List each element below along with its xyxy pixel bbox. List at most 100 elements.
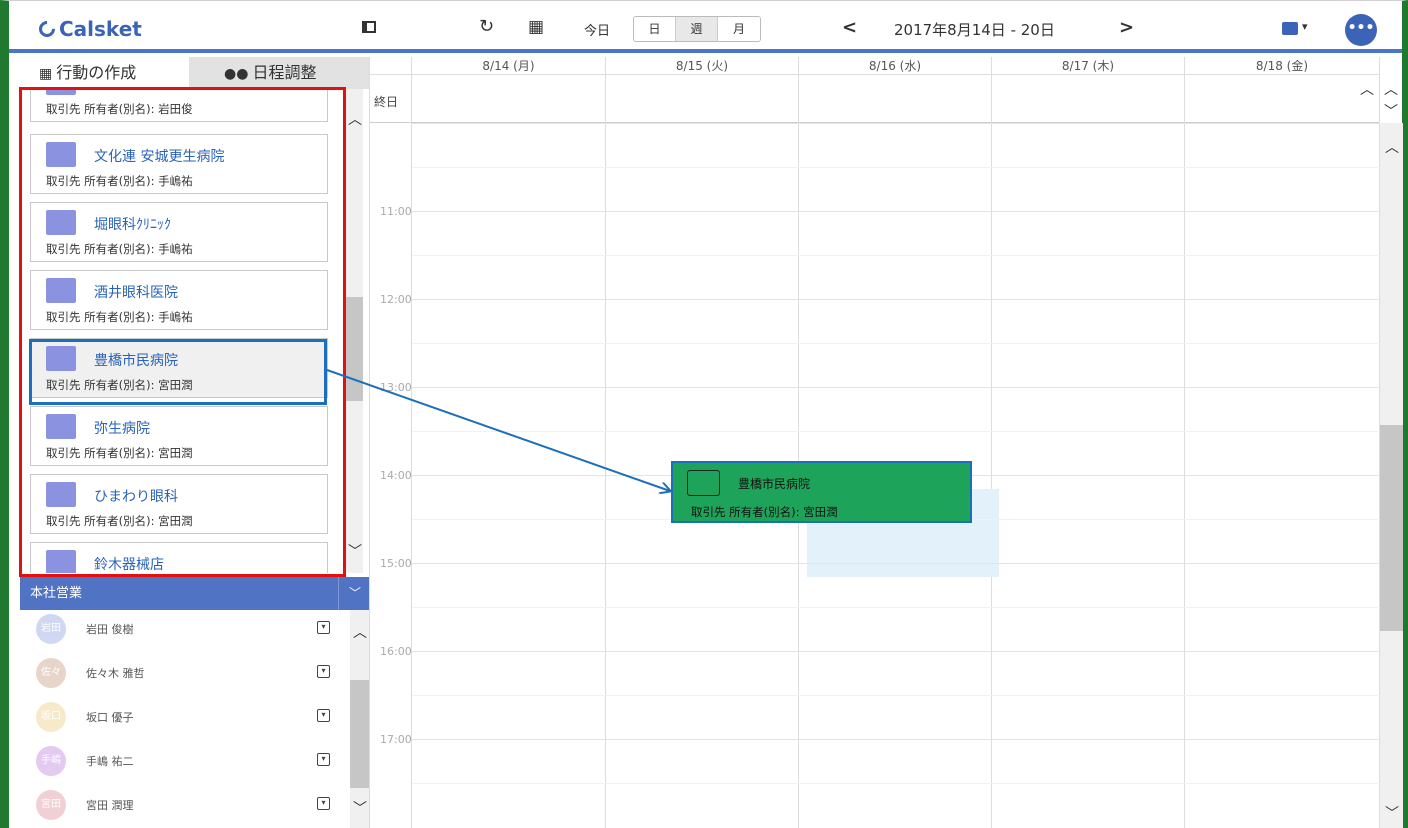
list-item-selected[interactable]: 豊橋市民病院 取引先 所有者(別名): 宮田潤 — [30, 338, 328, 398]
left-tabs: ▦ 行動の作成 ●● 日程調整 — [9, 57, 369, 89]
grid-line — [412, 651, 1380, 652]
avatar: 手嶋 — [36, 746, 66, 776]
next-button[interactable]: > — [1119, 17, 1134, 38]
calendar-scrollbar[interactable]: ︿ ﹀ — [1380, 123, 1403, 828]
item-name: 豊橋市民病院 — [94, 353, 178, 369]
member-row[interactable]: 岩田 岩田 俊樹 ▾ — [20, 610, 350, 654]
dropdown-icon[interactable]: ▾ — [317, 753, 330, 766]
chevron-down-icon[interactable]: ﹀ — [1384, 101, 1398, 121]
grid-line — [412, 695, 1380, 696]
time-column — [370, 75, 412, 828]
time-column-header — [370, 57, 412, 75]
color-swatch — [46, 482, 76, 507]
view-week-button[interactable]: 週 — [676, 17, 718, 41]
item-name: 堀眼科ｸﾘﾆｯｸ — [94, 217, 171, 233]
member-name: 手嶋 祐二 — [86, 755, 134, 768]
more-button[interactable]: ••• — [1345, 14, 1377, 46]
top-toolbar: Calsket ↻ ▦ 今日 日 週 月 < 2017年8月14日 - 20日 … — [9, 1, 1402, 53]
item-owner: 取引先 所有者(別名): 宮田潤 — [46, 446, 193, 460]
list-item[interactable]: 鈴木器械店 — [30, 542, 328, 573]
member-row[interactable]: 手嶋 手嶋 祐二 ▾ — [20, 742, 350, 786]
item-name: 酒井眼科医院 — [94, 285, 178, 301]
chevron-up-icon[interactable]: ︿ — [348, 109, 362, 129]
scroll-thumb[interactable] — [1380, 425, 1403, 631]
view-month-button[interactable]: 月 — [718, 17, 760, 41]
day-column[interactable] — [1185, 75, 1380, 828]
calendar-icon[interactable]: ▦ — [528, 15, 544, 39]
time-label: 12:00 — [380, 293, 412, 306]
event-checkbox[interactable] — [687, 470, 720, 496]
chevron-down-icon[interactable]: ﹀ — [353, 798, 367, 818]
time-label: 17:00 — [380, 733, 412, 746]
dropdown-icon[interactable]: ▾ — [317, 797, 330, 810]
item-owner: 取引先 所有者(別名): 手嶋祐 — [46, 310, 193, 324]
day-column[interactable] — [992, 75, 1185, 828]
event-title: 豊橋市民病院 — [738, 477, 811, 491]
chevron-up-icon[interactable]: ︿ — [1385, 137, 1399, 157]
day-header: 8/15 (火) — [606, 57, 799, 75]
member-name: 坂口 優子 — [86, 711, 134, 724]
chevron-down-icon[interactable]: ﹀ — [349, 577, 361, 610]
member-row[interactable]: 坂口 坂口 優子 ▾ — [20, 698, 350, 742]
day-header: 8/16 (水) — [799, 57, 992, 75]
grid-line — [412, 431, 1380, 432]
item-owner: 取引先 所有者(別名): 宮田潤 — [46, 378, 193, 392]
panel-toggle-icon[interactable] — [362, 21, 376, 33]
user-icon[interactable] — [1282, 22, 1298, 35]
item-owner: 取引先 所有者(別名): 手嶋祐 — [46, 242, 193, 256]
today-button[interactable]: 今日 — [584, 20, 610, 39]
item-name: 鈴木器械店 — [94, 557, 164, 573]
dropdown-icon[interactable]: ▾ — [317, 621, 330, 634]
list-item[interactable]: ひまわり眼科 取引先 所有者(別名): 宮田潤 — [30, 474, 328, 534]
event-owner: 取引先 所有者(別名): 宮田潤 — [691, 505, 838, 519]
avatar: 岩田 — [36, 614, 66, 644]
grid-line — [412, 211, 1380, 212]
day-column[interactable] — [799, 75, 992, 828]
caret-down-icon[interactable]: ▾ — [1302, 20, 1308, 33]
grid-line — [412, 607, 1380, 608]
item-name: ひまわり眼科 — [94, 489, 178, 505]
scroll-thumb[interactable] — [345, 297, 363, 401]
member-name: 佐々木 雅哲 — [86, 667, 145, 680]
list-item[interactable]: 酒井眼科医院 取引先 所有者(別名): 手嶋祐 — [30, 270, 328, 330]
grid-line — [412, 739, 1380, 740]
list-item[interactable]: 堀眼科ｸﾘﾆｯｸ 取引先 所有者(別名): 手嶋祐 — [30, 202, 328, 262]
day-column[interactable] — [606, 75, 799, 828]
day-column[interactable] — [412, 75, 606, 828]
prev-button[interactable]: < — [842, 17, 857, 38]
left-panel: ▦ 行動の作成 ●● 日程調整 取引先 所有者(別名): 岩田俊 文化連 安城更生病… — [9, 57, 369, 828]
list-item[interactable]: 弥生病院 取引先 所有者(別名): 宮田潤 — [30, 406, 328, 466]
tab-label: 行動の作成 — [56, 63, 137, 82]
calendar-event[interactable]: 豊橋市民病院 取引先 所有者(別名): 宮田潤 — [671, 461, 972, 523]
chevron-up-icon[interactable]: ︿ — [353, 622, 367, 642]
item-owner: 取引先 所有者(別名): 宮田潤 — [46, 514, 193, 528]
tab-create-activity[interactable]: ▦ 行動の作成 — [9, 57, 189, 89]
color-swatch — [46, 550, 76, 573]
grid-line — [412, 783, 1380, 784]
member-row[interactable]: 佐々 佐々木 雅哲 ▾ — [20, 654, 350, 698]
chevron-down-icon[interactable]: ﹀ — [1385, 803, 1399, 823]
view-day-button[interactable]: 日 — [634, 17, 676, 41]
member-name: 宮田 潤理 — [86, 799, 134, 812]
day-header: 8/17 (木) — [992, 57, 1185, 75]
refresh-icon[interactable]: ↻ — [479, 15, 494, 39]
chevron-down-icon[interactable]: ﹀ — [348, 541, 362, 561]
time-label: 13:00 — [380, 381, 412, 394]
grid-line — [412, 167, 1380, 168]
member-name: 岩田 俊樹 — [86, 623, 134, 636]
account-list: 取引先 所有者(別名): 岩田俊 文化連 安城更生病院 取引先 所有者(別名):… — [19, 89, 344, 573]
list-item[interactable]: 取引先 所有者(別名): 岩田俊 — [30, 89, 328, 122]
color-swatch — [46, 346, 76, 371]
dropdown-icon[interactable]: ▾ — [317, 665, 330, 678]
account-list-scrollbar[interactable]: ︿ ﹀ — [345, 89, 363, 573]
scroll-thumb[interactable] — [350, 680, 369, 788]
chevron-up-icon[interactable]: ︿ — [1384, 79, 1398, 99]
grid-line — [412, 255, 1380, 256]
member-list-scrollbar[interactable]: ︿ ﹀ — [350, 610, 369, 828]
dropdown-icon[interactable]: ▾ — [317, 709, 330, 722]
member-row[interactable]: 宮田 宮田 潤理 ▾ — [20, 786, 350, 828]
tab-schedule[interactable]: ●● 日程調整 — [189, 57, 369, 89]
logo: Calsket — [35, 17, 142, 41]
group-select[interactable]: 本社営業 ﹀ — [20, 577, 369, 610]
list-item[interactable]: 文化連 安城更生病院 取引先 所有者(別名): 手嶋祐 — [30, 134, 328, 194]
